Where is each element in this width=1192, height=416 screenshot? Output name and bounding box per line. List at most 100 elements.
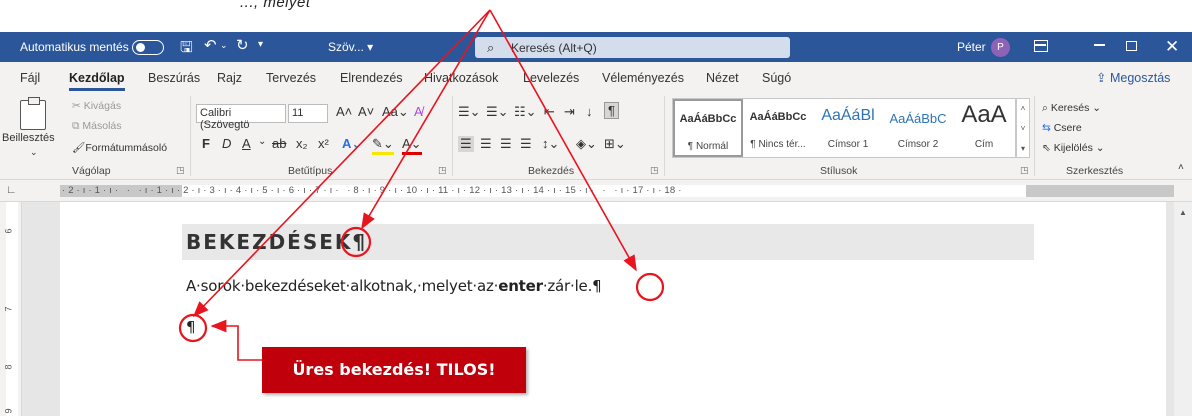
sort-icon[interactable]: ↓ <box>586 104 593 119</box>
scroll-up-icon[interactable]: ▲ <box>1179 208 1187 217</box>
align-right-icon[interactable]: ☰ <box>500 136 512 152</box>
save-icon[interactable]: 🖫 <box>180 37 193 62</box>
ruler-numbers: · 2 · ı · 1 · ı · · · ı · 1 · ı · 2 · ı … <box>62 185 682 196</box>
minimize-button[interactable] <box>1094 44 1105 46</box>
subscript-button[interactable]: x₂ <box>296 136 308 151</box>
font-size-input[interactable]: 11 <box>288 104 328 123</box>
copy-icon: ⧉ <box>72 120 83 132</box>
paragraph-launcher-icon[interactable]: ◳ <box>650 165 659 176</box>
clipboard-launcher-icon[interactable]: ◳ <box>176 165 185 176</box>
tab-references[interactable]: Hivatkozások <box>424 71 498 85</box>
align-left-icon[interactable]: ☰ <box>458 136 474 152</box>
paste-button[interactable]: Beillesztés <box>2 132 55 144</box>
superscript-button[interactable]: x² <box>318 136 329 151</box>
underline-dropdown-icon[interactable]: ⌄ <box>258 136 266 147</box>
document-name[interactable]: Szöv... ▾ <box>328 40 373 54</box>
styles-scroll[interactable]: ˄ ˅ ▾ <box>1016 98 1030 158</box>
text-effects-icon[interactable]: A⌄ <box>342 136 362 152</box>
line-spacing-icon[interactable]: ↕⌄ <box>542 136 559 152</box>
search-icon: ⌕ <box>487 40 495 55</box>
style-title[interactable]: AaA Cím <box>953 99 1015 157</box>
italic-button[interactable]: D <box>222 136 231 151</box>
tab-help[interactable]: Súgó <box>762 71 791 85</box>
format-painter-button[interactable]: 🖌Formátummásoló <box>72 141 167 154</box>
style-no-spacing[interactable]: AaÁáBbCc ¶ Nincs tér... <box>743 99 813 157</box>
top-strip: ..., melyet <box>0 0 1192 32</box>
cut-off-text: ..., melyet <box>240 0 311 11</box>
horizontal-ruler: ∟ · 2 · ı · 1 · ı · · · ı · 1 · ı · 2 · … <box>0 180 1192 202</box>
paste-icon[interactable] <box>20 97 46 130</box>
numbering-icon[interactable]: ☰⌄ <box>486 104 509 120</box>
styles-gallery: AaÁáBbCc ¶ Normál AaÁáBbCc ¶ Nincs tér..… <box>672 98 1016 158</box>
empty-paragraph-mark[interactable]: ¶ <box>186 318 196 336</box>
tab-review[interactable]: Véleményezés <box>602 71 684 85</box>
find-button[interactable]: ⌕ Keresés ⌄ <box>1042 102 1101 115</box>
change-case-icon[interactable]: Aa⌄ <box>382 104 409 120</box>
quick-access-dropdown-icon[interactable]: ▾ <box>258 39 263 50</box>
document-heading[interactable]: BEKEZDÉSEK¶ <box>186 230 367 254</box>
tab-design[interactable]: Tervezés <box>266 71 316 85</box>
highlight-icon[interactable]: ✎⌄ <box>372 136 394 155</box>
style-heading-2[interactable]: AaÁáBbC Címsor 2 <box>883 99 953 157</box>
paste-dropdown-icon[interactable]: ⌄ <box>30 147 38 158</box>
share-button[interactable]: ⇪ Megosztás <box>1096 70 1170 85</box>
undo-icon[interactable]: ↶ <box>204 36 217 54</box>
tab-selector-icon[interactable]: ∟ <box>6 184 17 196</box>
maximize-button[interactable] <box>1126 41 1137 51</box>
increase-indent-icon[interactable]: ⇥ <box>564 104 575 120</box>
undo-dropdown-icon[interactable]: ⌄ <box>220 40 228 51</box>
shrink-font-icon[interactable]: A˅ <box>358 104 374 119</box>
justify-icon[interactable]: ☰ <box>520 136 532 152</box>
ribbon-tabs: Fájl Kezdőlap Beszúrás Rajz Tervezés Elr… <box>0 62 1192 92</box>
search-placeholder: Keresés (Alt+Q) <box>511 41 597 55</box>
tab-layout[interactable]: Elrendezés <box>340 71 403 85</box>
tab-view[interactable]: Nézet <box>706 71 739 85</box>
replace-button[interactable]: ⇆ Csere <box>1042 122 1082 134</box>
style-normal[interactable]: AaÁáBbCc ¶ Normál <box>673 99 743 157</box>
font-group-label: Betűtípus <box>288 165 333 177</box>
select-button[interactable]: ⇖ Kijelölés ⌄ <box>1042 142 1105 154</box>
clear-formatting-icon[interactable]: A̸ <box>414 104 423 119</box>
search-input[interactable]: ⌕ Keresés (Alt+Q) <box>475 37 790 58</box>
tab-file[interactable]: Fájl <box>20 71 40 85</box>
tab-home[interactable]: Kezdőlap <box>69 71 125 91</box>
scissors-icon: ✂ <box>72 100 84 112</box>
bold-button[interactable]: F <box>202 136 210 151</box>
vertical-scrollbar[interactable]: ▲ <box>1174 202 1192 416</box>
search-icon: ⌕ <box>1042 102 1051 114</box>
avatar[interactable]: P <box>991 38 1010 57</box>
borders-icon[interactable]: ⊞⌄ <box>604 136 626 152</box>
tab-insert[interactable]: Beszúrás <box>148 71 200 85</box>
grow-font-icon[interactable]: A˄ <box>336 104 352 119</box>
autosave-toggle[interactable] <box>132 40 164 55</box>
styles-launcher-icon[interactable]: ◳ <box>1020 165 1029 176</box>
font-launcher-icon[interactable]: ◳ <box>438 165 447 176</box>
editing-group-label: Szerkesztés <box>1066 165 1124 177</box>
clipboard-group-label: Vágólap <box>72 165 111 177</box>
decrease-indent-icon[interactable]: ⇤ <box>544 104 555 120</box>
redo-icon[interactable]: ↻ <box>236 36 249 54</box>
font-name-input[interactable]: Calibri (Szövegtö <box>196 104 286 131</box>
shading-icon[interactable]: ◈⌄ <box>576 136 597 152</box>
multilevel-list-icon[interactable]: ☷⌄ <box>514 104 537 120</box>
strikethrough-button[interactable]: ab <box>272 136 286 151</box>
autosave-label: Automatikus mentés <box>20 40 129 54</box>
font-color-icon[interactable]: A⌄ <box>402 136 422 155</box>
cut-button[interactable]: ✂ Kivágás <box>72 100 121 112</box>
style-heading-1[interactable]: AaÁáBl Címsor 1 <box>813 99 883 157</box>
styles-group-label: Stílusok <box>820 165 858 177</box>
collapse-ribbon-icon[interactable]: ˄ <box>1178 162 1184 173</box>
user-name[interactable]: Péter <box>957 40 986 54</box>
bullets-icon[interactable]: ☰⌄ <box>458 104 481 120</box>
vertical-ruler: 6 7 8 9 <box>0 202 22 416</box>
copy-button[interactable]: ⧉ Másolás <box>72 120 122 133</box>
show-formatting-marks-button[interactable]: ¶ <box>604 102 619 119</box>
tab-draw[interactable]: Rajz <box>217 71 242 85</box>
align-center-icon[interactable]: ☰ <box>480 136 492 152</box>
close-button[interactable]: ✕ <box>1165 37 1179 57</box>
tab-mailings[interactable]: Levelezés <box>523 71 579 85</box>
underline-button[interactable]: A <box>242 136 251 151</box>
title-bar: Automatikus mentés 🖫 ↶ ⌄ ↻ ▾ Szöv... ▾ ⌕… <box>0 32 1192 62</box>
document-paragraph[interactable]: A·sorok·bekezdéseket·alkotnak,·melyet·az… <box>186 277 602 295</box>
ribbon-display-icon[interactable] <box>1034 40 1048 52</box>
